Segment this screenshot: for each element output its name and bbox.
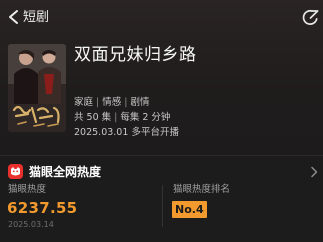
- genre-tags: 家庭 | 情感 | 剧情: [74, 97, 149, 109]
- rank-badge: No.4: [172, 201, 207, 218]
- heat-value: 6237.55: [7, 199, 78, 217]
- genre-tag: 家庭: [74, 97, 94, 108]
- tag-separator: |: [96, 97, 100, 108]
- info-separator: |: [114, 112, 118, 123]
- drama-detail-screen: 短剧 双面兄妹归乡路 家庭|情感|剧情 共 50 集|每集 2 分钟: [0, 0, 323, 242]
- rank-label: 猫眼热度排名: [173, 184, 231, 195]
- chevron-right-icon[interactable]: [309, 166, 319, 178]
- maoyan-logo-icon: [8, 164, 23, 179]
- release-platform: 多平台开播: [131, 127, 179, 138]
- heat-label: 猫眼热度: [8, 184, 47, 195]
- episode-duration: 每集 2 分钟: [120, 112, 171, 123]
- release-info: 2025.03.01 多平台开播: [74, 127, 179, 139]
- genre-tag: 情感: [102, 97, 122, 108]
- heat-date: 2025.03.14: [8, 220, 54, 229]
- top-navigation-bar: 短剧: [0, 0, 323, 38]
- chevron-left-icon[interactable]: [6, 9, 22, 25]
- drama-poster[interactable]: [8, 44, 66, 132]
- metric-divider: [162, 185, 163, 227]
- drama-title: 双面兄妹归乡路: [74, 45, 197, 65]
- heat-section-title: 猫眼全网热度: [29, 165, 102, 179]
- nav-title: 短剧: [23, 10, 50, 25]
- genre-tag: 剧情: [130, 97, 150, 108]
- release-date: 2025.03.01: [74, 127, 129, 138]
- episode-count: 共 50 集: [74, 112, 112, 123]
- share-icon[interactable]: [301, 8, 320, 27]
- poster-artwork: [8, 44, 66, 132]
- episode-info: 共 50 集 | 每集 2 分钟: [74, 112, 170, 124]
- heat-card-header[interactable]: 猫眼全网热度: [8, 163, 319, 181]
